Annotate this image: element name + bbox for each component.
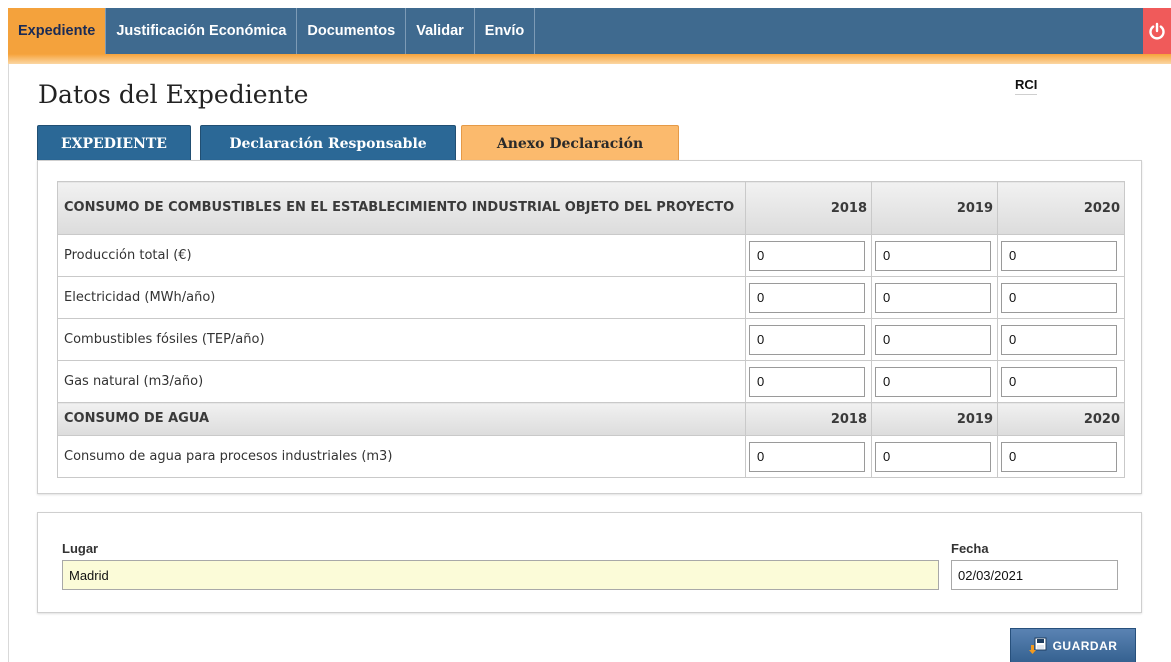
tab-anexo-declaracion[interactable]: Anexo Declaración — [461, 125, 679, 162]
logout-button[interactable] — [1143, 8, 1171, 54]
lugar-label: Lugar — [62, 541, 99, 556]
table-header-row: CONSUMO DE COMBUSTIBLES EN EL ESTABLECIM… — [57, 181, 1125, 235]
page-left-border — [8, 64, 9, 662]
year-header: 2019 — [871, 181, 998, 235]
table-row: Producción total (€) 0 0 0 — [57, 234, 1125, 277]
nav-accent-strip — [8, 54, 1171, 64]
row-label-gas-natural: Gas natural (m3/año) — [57, 360, 746, 403]
tab-declaracion-responsable[interactable]: Declaración Responsable — [200, 125, 456, 162]
consumo-agua-2019-input[interactable]: 0 — [875, 441, 991, 472]
year-header: 2019 — [871, 402, 998, 436]
table-header-row: CONSUMO DE AGUA 2018 2019 2020 — [57, 402, 1125, 436]
nav-item-documentos[interactable]: Documentos — [297, 8, 407, 54]
combustibles-fosiles-2018-input[interactable]: 0 — [749, 324, 865, 355]
year-header: 2020 — [997, 402, 1125, 436]
place-date-panel: Lugar Madrid Fecha 02/03/2021 — [37, 512, 1142, 613]
produccion-total-2018-input[interactable]: 0 — [749, 240, 865, 271]
electricidad-2020-input[interactable]: 0 — [1001, 282, 1117, 313]
gas-natural-2020-input[interactable]: 0 — [1001, 366, 1117, 397]
nav-item-envio[interactable]: Envío — [475, 8, 536, 54]
year-header: 2018 — [745, 402, 872, 436]
row-label-combustibles-fosiles: Combustibles fósiles (TEP/año) — [57, 318, 746, 361]
fecha-label: Fecha — [951, 541, 989, 556]
save-icon — [1028, 637, 1047, 654]
fecha-input[interactable]: 02/03/2021 — [951, 560, 1118, 590]
consumo-agua-2020-input[interactable]: 0 — [1001, 441, 1117, 472]
table-row: Electricidad (MWh/año) 0 0 0 — [57, 276, 1125, 319]
section-title-combustibles: CONSUMO DE COMBUSTIBLES EN EL ESTABLECIM… — [57, 181, 746, 235]
produccion-total-2019-input[interactable]: 0 — [875, 240, 991, 271]
save-button-label: GUARDAR — [1052, 639, 1118, 653]
consumo-agua-2018-input[interactable]: 0 — [749, 441, 865, 472]
lugar-input[interactable]: Madrid — [62, 560, 939, 590]
row-label-consumo-agua: Consumo de agua para procesos industrial… — [57, 435, 746, 478]
consumption-table: CONSUMO DE COMBUSTIBLES EN EL ESTABLECIM… — [57, 181, 1125, 478]
nav-item-justificacion-economica[interactable]: Justificación Económica — [106, 8, 298, 54]
table-row: Consumo de agua para procesos industrial… — [57, 435, 1125, 478]
year-header: 2020 — [997, 181, 1125, 235]
row-label-produccion-total: Producción total (€) — [57, 234, 746, 277]
combustibles-fosiles-2020-input[interactable]: 0 — [1001, 324, 1117, 355]
year-header: 2018 — [745, 181, 872, 235]
table-row: Combustibles fósiles (TEP/año) 0 0 0 — [57, 318, 1125, 361]
save-button[interactable]: GUARDAR — [1010, 628, 1136, 662]
nav-item-validar[interactable]: Validar — [406, 8, 475, 54]
anexo-panel: CONSUMO DE COMBUSTIBLES EN EL ESTABLECIM… — [37, 160, 1142, 494]
row-label-electricidad: Electricidad (MWh/año) — [57, 276, 746, 319]
page-title: Datos del Expediente — [38, 80, 309, 109]
electricidad-2018-input[interactable]: 0 — [749, 282, 865, 313]
gas-natural-2018-input[interactable]: 0 — [749, 366, 865, 397]
combustibles-fosiles-2019-input[interactable]: 0 — [875, 324, 991, 355]
top-navigation: Expediente Justificación Económica Docum… — [0, 0, 1171, 64]
produccion-total-2020-input[interactable]: 0 — [1001, 240, 1117, 271]
main-menu-bar: Expediente Justificación Económica Docum… — [8, 8, 1171, 54]
section-title-agua: CONSUMO DE AGUA — [57, 402, 746, 436]
nav-item-expediente[interactable]: Expediente — [8, 8, 107, 54]
tab-expediente[interactable]: EXPEDIENTE — [37, 125, 191, 162]
expediente-code: RCI — [1015, 77, 1038, 95]
power-icon — [1149, 22, 1165, 40]
table-row: Gas natural (m3/año) 0 0 0 — [57, 360, 1125, 403]
gas-natural-2019-input[interactable]: 0 — [875, 366, 991, 397]
electricidad-2019-input[interactable]: 0 — [875, 282, 991, 313]
